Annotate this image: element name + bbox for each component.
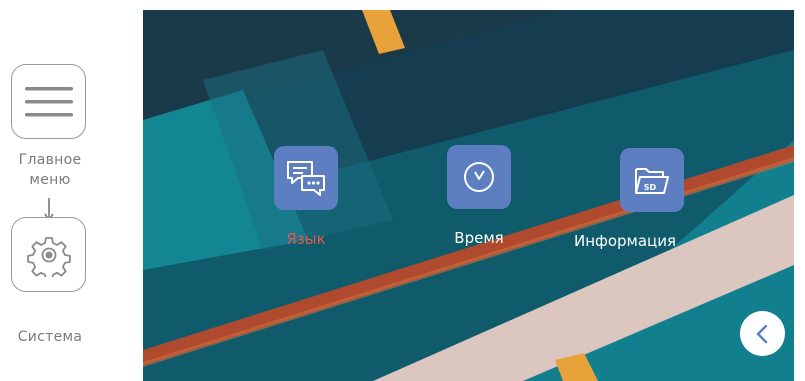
back-button[interactable] [740,311,785,356]
device-screen: Язык Время SD Информация [143,10,794,381]
chevron-left-icon [756,324,767,343]
information-button[interactable]: SD [620,148,684,212]
navigation-path: Главное меню Система [0,0,140,381]
language-button[interactable] [274,146,338,210]
hamburger-menu-icon [24,86,73,116]
time-label: Время [454,229,504,247]
information-label: Информация [573,232,677,250]
language-label: Язык [286,230,326,248]
sd-folder-icon: SD [635,168,669,194]
system-button[interactable] [11,217,86,292]
time-button[interactable] [447,145,511,209]
clock-icon [464,162,494,192]
chat-bubbles-icon [287,161,325,196]
main-menu-button[interactable] [11,64,86,139]
sd-badge: SD [644,183,657,192]
system-label: Система [17,329,83,345]
gear-icon [26,236,71,277]
main-menu-label-line1: Главное [18,152,82,168]
main-menu-label-line2: меню [29,172,71,188]
